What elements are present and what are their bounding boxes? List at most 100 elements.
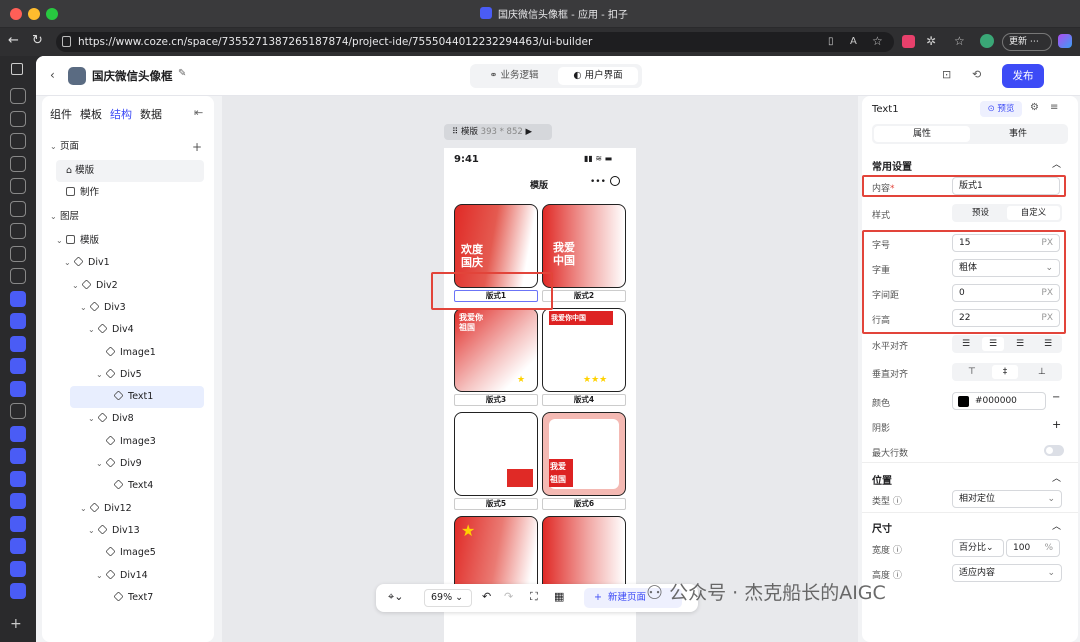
avatar-frame-card[interactable] xyxy=(454,412,538,496)
phone-frame[interactable]: 9:41 ▮▮ ≋ ▬ 模版 ••• 欢度国庆 版式1 我爱中国 版式2 我爱你祖国 ★ 版… xyxy=(444,148,636,642)
sidebar-tab-icon[interactable] xyxy=(10,268,26,284)
chevron-down-icon[interactable]: ⌄ xyxy=(96,364,106,386)
undo-icon[interactable]: ↶ xyxy=(482,590,491,603)
history-icon[interactable]: ⟲ xyxy=(972,68,981,81)
sidebar-toggle-icon[interactable] xyxy=(11,63,23,75)
sidebar-tab-icon[interactable] xyxy=(10,493,26,509)
layer-item[interactable]: ⌄ Div3 xyxy=(48,297,206,319)
tab-events[interactable]: 事件 xyxy=(970,126,1066,142)
collapse-icon[interactable]: ︿ xyxy=(1052,519,1061,532)
layer-item[interactable]: Image1 xyxy=(48,342,206,364)
chevron-down-icon[interactable]: ⌄ xyxy=(88,319,98,341)
minimize-window-button[interactable] xyxy=(28,8,40,20)
align-justify-icon[interactable]: ☰ xyxy=(1044,335,1052,353)
extension-icon[interactable] xyxy=(902,35,915,48)
tab-user-interface[interactable]: ◐ 用户界面 xyxy=(558,67,638,85)
layer-item[interactable]: ⌄ Div4 xyxy=(48,319,206,341)
sidebar-tab-icon[interactable] xyxy=(10,245,26,262)
line-height-input[interactable]: 22 PX xyxy=(952,309,1060,327)
align-right-icon[interactable]: ☰ xyxy=(1016,335,1024,353)
page-item-make[interactable]: 制作 xyxy=(56,182,204,204)
frame-label-bar[interactable]: ⠿ 模版 393 * 852 ▶ xyxy=(444,124,552,140)
record-icon[interactable] xyxy=(610,176,620,186)
star-icon[interactable]: ☆ xyxy=(872,34,883,48)
edit-icon[interactable]: ✎ xyxy=(178,68,186,79)
reload-icon[interactable]: ↻ xyxy=(32,33,43,48)
caption-text[interactable]: 版式4 xyxy=(542,394,626,406)
menu-icon[interactable]: ≡ xyxy=(1050,102,1058,113)
layers-header[interactable]: ⌄ 图层 xyxy=(50,206,206,228)
cursor-icon[interactable]: ⌖⌄ xyxy=(388,590,403,604)
layer-item[interactable]: ⌄ Div14 xyxy=(48,565,206,587)
update-button[interactable]: 更新 ⋯ xyxy=(1002,33,1052,51)
sidebar-tab-icon[interactable] xyxy=(10,560,26,577)
sidebar-tab-icon[interactable] xyxy=(10,200,26,217)
avatar-frame-card[interactable]: 我爱你祖国 ★ xyxy=(454,308,538,392)
letter-spacing-input[interactable]: 0 PX xyxy=(952,284,1060,302)
chevron-down-icon[interactable]: ⌄ xyxy=(88,520,98,542)
layer-item[interactable]: Image3 xyxy=(48,431,206,453)
chevron-down-icon[interactable]: ⌄ xyxy=(56,230,66,252)
layer-item[interactable]: ⌄ Div5 xyxy=(48,364,206,386)
tab-components[interactable]: 组件 xyxy=(50,106,72,122)
sidebar-tab-icon[interactable] xyxy=(10,583,26,599)
height-select[interactable]: 适应内容 ⌄ xyxy=(952,564,1062,582)
grid-icon[interactable]: ▦ xyxy=(554,590,564,603)
zoom-select[interactable]: 69% ⌄ xyxy=(424,589,472,607)
pos-type-select[interactable]: 相对定位 ⌄ xyxy=(952,490,1062,508)
avatar-frame-card[interactable]: 我爱中国 xyxy=(542,204,626,288)
sidebar-tab-icon[interactable] xyxy=(10,470,26,487)
sidebar-tab-icon[interactable] xyxy=(10,358,26,374)
sidebar-tab-icon[interactable] xyxy=(10,290,26,307)
redo-icon[interactable]: ↷ xyxy=(504,590,513,603)
drag-handle-icon[interactable]: ⠿ xyxy=(452,127,458,137)
layer-item[interactable]: Text1 xyxy=(70,386,204,409)
sidebar-tab-icon[interactable] xyxy=(10,425,26,442)
preview-button[interactable]: ⊙ 预览 xyxy=(980,101,1022,117)
sidebar-tab-icon[interactable] xyxy=(10,448,26,464)
puzzle-icon[interactable]: ✲ xyxy=(926,34,936,48)
chevron-down-icon[interactable]: ⌄ xyxy=(72,275,82,297)
sidebar-tab-icon[interactable] xyxy=(10,538,26,554)
avatar-frame-card[interactable]: 我爱你中国 ★★★ xyxy=(542,308,626,392)
back-arrow-icon[interactable]: ← xyxy=(8,33,19,48)
sidebar-tab-icon[interactable] xyxy=(10,133,26,149)
collapse-icon[interactable]: ︿ xyxy=(1052,157,1061,170)
layer-item[interactable]: ⌄ Div2 xyxy=(48,275,206,297)
design-canvas[interactable]: ⠿ 模版 393 * 852 ▶ 9:41 ▮▮ ≋ ▬ 模版 ••• 欢度国庆… xyxy=(222,96,858,642)
font-weight-select[interactable]: 粗体 ⌄ xyxy=(952,259,1060,277)
sidebar-tab-icon[interactable] xyxy=(10,88,26,104)
back-chevron-icon[interactable]: ‹ xyxy=(50,68,55,82)
tab-data[interactable]: 数据 xyxy=(140,106,162,122)
align-bottom-icon[interactable]: ⊥ xyxy=(1038,363,1046,381)
sidebar-tab-icon[interactable] xyxy=(10,223,26,239)
chevron-down-icon[interactable]: ⌄ xyxy=(80,498,90,520)
width-unit-select[interactable]: 百分比⌄ xyxy=(952,539,1004,557)
save-icon[interactable]: ⊡ xyxy=(942,68,951,81)
sidebar-tab-icon[interactable] xyxy=(10,178,26,194)
more-icon[interactable]: ••• xyxy=(590,177,606,187)
sidebar-tab-icon[interactable] xyxy=(10,110,26,127)
align-top-icon[interactable]: ⊤ xyxy=(968,363,976,381)
caption-text[interactable]: 版式5 xyxy=(454,498,538,510)
caption-text[interactable]: 版式3 xyxy=(454,394,538,406)
width-input[interactable]: 100% xyxy=(1006,539,1060,557)
chevron-down-icon[interactable]: ⌄ xyxy=(96,565,106,587)
layer-item[interactable]: ⌄ Div12 xyxy=(48,498,206,520)
content-input[interactable]: 版式1 xyxy=(952,177,1060,195)
sidebar-tab-icon[interactable] xyxy=(10,515,26,532)
add-page-icon[interactable]: + xyxy=(192,136,202,158)
sidebar-tab-icon[interactable] xyxy=(10,155,26,172)
copilot-icon[interactable] xyxy=(1058,34,1072,48)
page-item-template[interactable]: ⌂ 模版 xyxy=(56,160,204,182)
play-icon[interactable]: ▶ xyxy=(525,127,532,137)
maximize-window-button[interactable] xyxy=(46,8,58,20)
layer-item[interactable]: ⌄ 模版 xyxy=(48,230,206,252)
layer-item[interactable]: ⌄ Div1 xyxy=(48,252,206,274)
caption-text[interactable]: 版式2 xyxy=(542,290,626,302)
max-lines-toggle[interactable] xyxy=(1044,445,1064,456)
layer-item[interactable]: Image5 xyxy=(48,542,206,564)
chevron-down-icon[interactable]: ⌄ xyxy=(96,453,106,475)
remove-color-icon[interactable]: − xyxy=(1052,392,1060,403)
chevron-down-icon[interactable]: ⌄ xyxy=(88,408,98,430)
